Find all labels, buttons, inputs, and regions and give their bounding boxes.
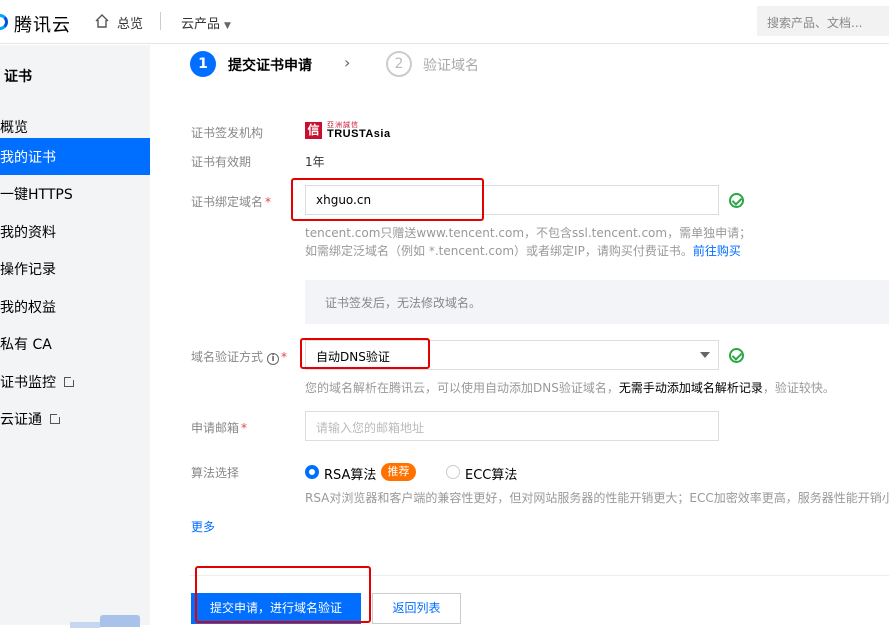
- sidebar-item-my-profile[interactable]: 我的资料: [0, 213, 150, 250]
- nav-products-label: 云产品: [181, 17, 221, 32]
- step-2-label: 验证域名: [423, 58, 479, 74]
- more-options-link[interactable]: 更多: [191, 518, 215, 535]
- nav-products-dropdown[interactable]: 云产品 ▼: [181, 13, 231, 32]
- back-to-list-button[interactable]: 返回列表: [372, 593, 461, 624]
- search-input[interactable]: 搜索产品、文档...: [757, 6, 889, 36]
- caret-down-icon: [700, 352, 710, 358]
- highlight-submit-box: [195, 566, 371, 623]
- domain-label: 证书绑定域名 *: [191, 193, 271, 210]
- brand-name[interactable]: 腾讯云: [14, 11, 71, 37]
- sidebar-item-cert-monitor[interactable]: 证书监控: [0, 363, 150, 400]
- sidebar-item-label: 一键HTTPS: [0, 187, 73, 203]
- sidebar-item-one-click-https[interactable]: 一键HTTPS: [0, 175, 150, 212]
- validity-value: 1年: [305, 155, 325, 169]
- home-icon[interactable]: [94, 13, 110, 29]
- rsa-radio[interactable]: [305, 465, 319, 479]
- info-icon[interactable]: i: [267, 353, 280, 365]
- domain-label-text: 证书绑定域名: [191, 195, 264, 209]
- sidebar-item-label: 操作记录: [0, 262, 56, 278]
- required-mark: *: [241, 421, 248, 435]
- verify-help-text: 您的域名解析在腾讯云，可以使用自动添加DNS验证域名，: [305, 381, 619, 395]
- step-1-number: 1: [190, 51, 216, 77]
- highlight-verify-box: [300, 338, 430, 369]
- verify-help-strong: 无需手动添加域名解析记录: [618, 381, 763, 395]
- step-1-label: 提交证书申请: [228, 58, 312, 74]
- algorithm-label: 算法选择: [191, 466, 240, 480]
- buy-link[interactable]: 前往购买: [693, 244, 741, 258]
- tencent-cloud-logo-icon[interactable]: [0, 14, 8, 30]
- trustasia-logo: 信 亞洲誠信 TRUSTAsia: [305, 120, 405, 142]
- domain-help-line-1: tencent.com只赠送www.tencent.com，不包含ssl.ten…: [305, 226, 752, 240]
- verify-help-tail: ，验证较快。: [762, 381, 835, 395]
- email-label-text: 申请邮箱: [191, 421, 240, 435]
- sidebar-item-label: 我的权益: [0, 300, 56, 316]
- algorithm-help: RSA对浏览器和客户端的兼容性更好，但对网站服务器的性能开销更大；ECC加密效率…: [305, 491, 889, 505]
- verify-label-text: 域名验证方式: [191, 350, 264, 364]
- sidebar-title: 证书: [4, 69, 32, 85]
- nav-overview[interactable]: 总览: [117, 13, 143, 32]
- domain-help-text: 如需绑定泛域名（例如 *.tencent.com）或者绑定IP，请购买付费证书。: [305, 244, 693, 258]
- ecc-radio[interactable]: [446, 465, 460, 479]
- chevron-down-icon: ▼: [224, 21, 231, 31]
- decorative-illustration: [100, 615, 140, 627]
- sidebar-item-label: 我的证书: [0, 150, 56, 166]
- main-content: 1 提交证书申请 › 2 验证域名 证书签发机构 信 亞洲誠信 TRUSTAsi…: [172, 45, 889, 625]
- sidebar-item-label: 私有 CA: [0, 337, 52, 353]
- check-circle-icon: [729, 193, 744, 208]
- sidebar-item-label: 我的资料: [0, 225, 56, 241]
- domain-help-line-2: 如需绑定泛域名（例如 *.tencent.com）或者绑定IP，请购买付费证书。…: [305, 242, 741, 259]
- external-link-icon: [50, 412, 62, 424]
- trustasia-logo-en: TRUSTAsia: [327, 128, 391, 140]
- check-circle-icon: [729, 348, 744, 363]
- step-arrow-icon: ›: [344, 53, 351, 72]
- step-2-number: 2: [386, 51, 412, 77]
- validity-label: 证书有效期: [191, 155, 252, 169]
- external-link-icon: [64, 375, 76, 387]
- trustasia-logo-icon: 信: [305, 122, 322, 139]
- required-mark: *: [265, 195, 272, 209]
- sidebar-item-my-rights[interactable]: 我的权益: [0, 288, 150, 325]
- domain-notice: 证书签发后，无法修改域名。: [305, 280, 889, 324]
- nav-divider: [160, 12, 161, 30]
- email-field[interactable]: 请输入您的邮箱地址: [305, 411, 719, 441]
- decorative-illustration: [70, 622, 100, 628]
- sidebar-item-label: 概览: [0, 120, 28, 136]
- recommended-badge: 推荐: [381, 463, 416, 481]
- verify-label: 域名验证方式 i *: [191, 348, 287, 365]
- sidebar-item-label: 云证通: [0, 412, 42, 428]
- sidebar-item-cloud-cert[interactable]: 云证通: [0, 400, 150, 437]
- sidebar-item-my-certs[interactable]: 我的证书: [0, 138, 150, 175]
- ecc-radio-label[interactable]: ECC算法: [465, 464, 517, 483]
- email-label: 申请邮箱 *: [191, 419, 247, 436]
- highlight-domain-box: [291, 178, 484, 221]
- rsa-radio-label[interactable]: RSA算法: [324, 464, 376, 483]
- top-navbar: 腾讯云 总览 云产品 ▼ 搜索产品、文档...: [0, 0, 889, 44]
- sidebar: 证书 概览 我的证书 一键HTTPS 我的资料 操作记录 我的权益 私有 CA …: [0, 45, 150, 628]
- sidebar-item-private-ca[interactable]: 私有 CA: [0, 325, 150, 362]
- verify-help: 您的域名解析在腾讯云，可以使用自动添加DNS验证域名，无需手动添加域名解析记录，…: [305, 379, 835, 396]
- required-mark: *: [281, 350, 288, 364]
- sidebar-item-label: 证书监控: [0, 375, 56, 391]
- issuer-label: 证书签发机构: [191, 126, 264, 140]
- sidebar-item-operation-log[interactable]: 操作记录: [0, 250, 150, 287]
